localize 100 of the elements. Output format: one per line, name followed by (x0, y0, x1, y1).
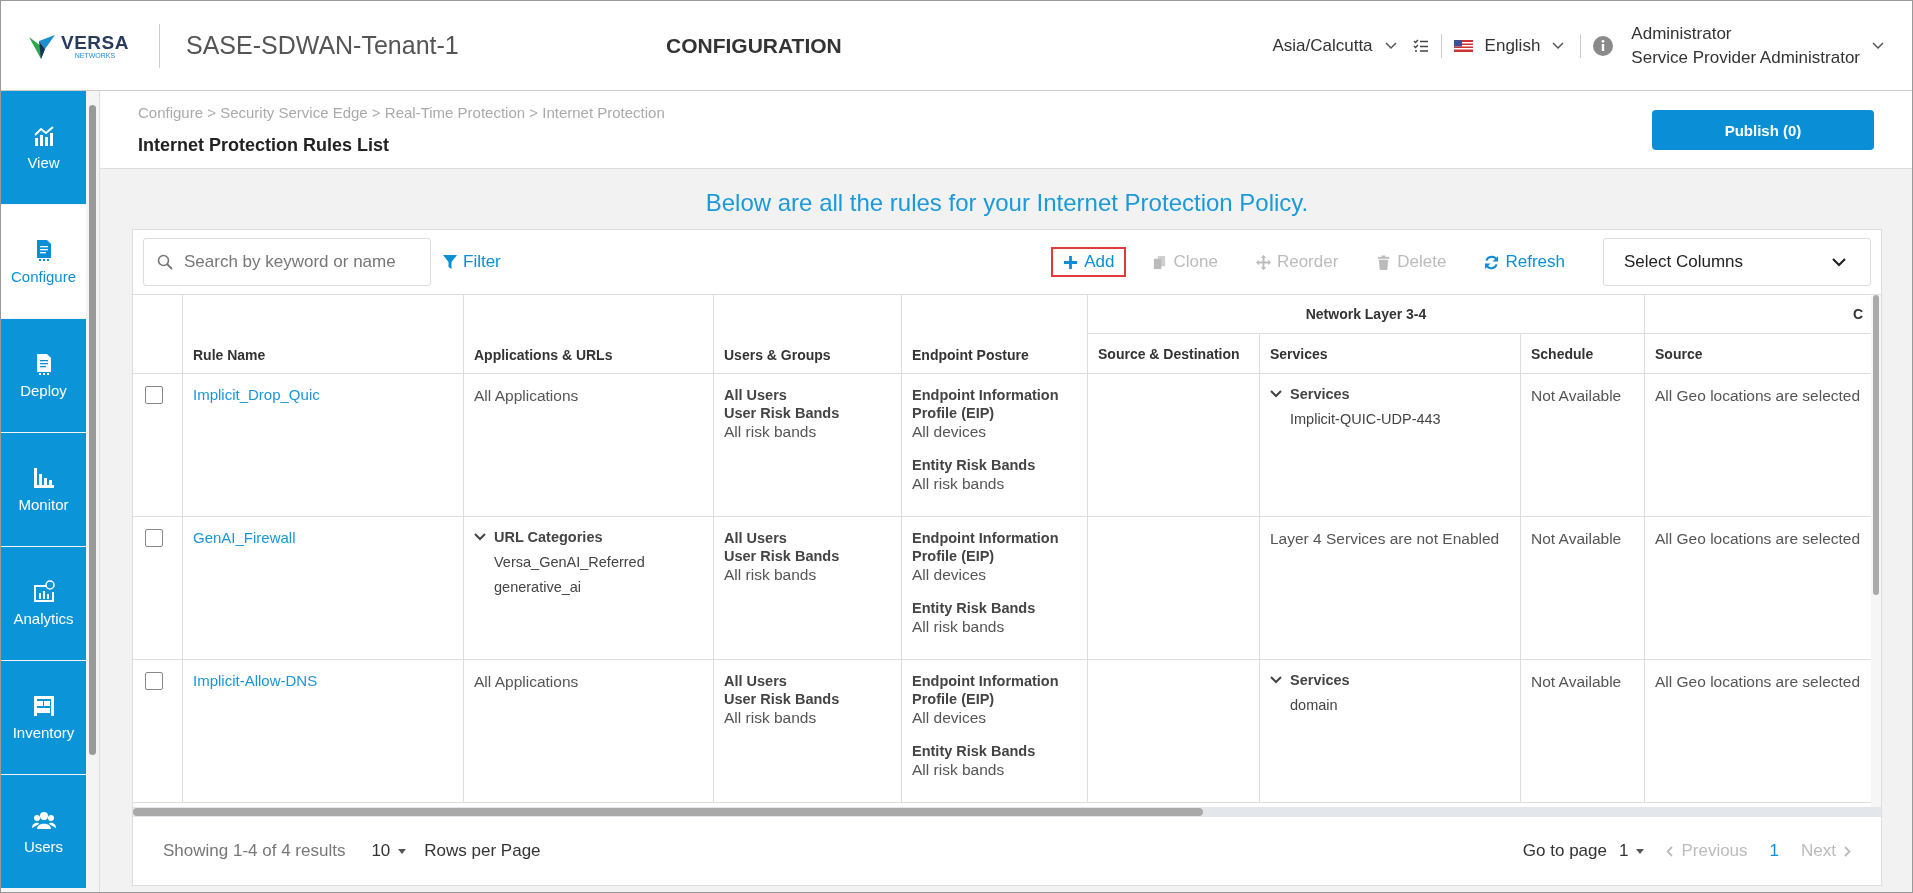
column-header[interactable]: Users & Groups (724, 347, 831, 363)
cell-label: User Risk Bands (724, 404, 841, 422)
info-icon[interactable] (1593, 35, 1614, 56)
scrollbar[interactable] (1871, 295, 1881, 807)
page-number[interactable]: 1 (1769, 841, 1780, 861)
refresh-icon (1484, 254, 1500, 270)
tenant-name: SASE-SDWAN-Tenant-1 (185, 31, 460, 60)
sidebar-item[interactable]: View (1, 91, 86, 204)
chevron-down-icon[interactable] (1872, 41, 1884, 50)
cell-value: All Geo locations are selected (1655, 529, 1862, 548)
page-dropdown[interactable]: 1 (1618, 841, 1645, 861)
flag-icon (1453, 39, 1473, 52)
search-icon (157, 254, 173, 270)
cell-label: All Users (724, 529, 788, 547)
filter-button[interactable]: Filter (443, 252, 501, 272)
expand-toggle[interactable]: URL Categories (474, 529, 703, 545)
column-header[interactable]: Applications & URLs (474, 347, 613, 363)
user-name: Administrator (1631, 23, 1733, 44)
cell-value: All devices (912, 708, 988, 727)
column-header[interactable]: Source (1655, 345, 1703, 362)
cell-value: All risk bands (724, 422, 818, 441)
breadcrumb: Configure > Security Service Edge > Real-Time Protection > Internet Protection (138, 104, 665, 121)
cell-value: Implicit-QUIC-UDP-443 (1289, 411, 1442, 427)
app-title: CONFIGURATION (665, 33, 842, 58)
go-to-page-label: Go to page (1522, 841, 1607, 861)
cell-value: All risk bands (912, 617, 1006, 636)
trash-icon (1376, 254, 1392, 270)
sidebar-item[interactable]: Inventory (1, 661, 86, 774)
row-checkbox[interactable] (145, 529, 163, 547)
cell-value: domain (1289, 697, 1339, 713)
cell-value: generative_ai (493, 579, 583, 595)
cell-label: Entity Risk Bands (912, 599, 1037, 617)
expand-toggle[interactable]: Services (1270, 672, 1510, 688)
cell-value: All devices (912, 565, 988, 584)
logo-text: VERSA (61, 32, 129, 52)
sidebar-item[interactable]: Analytics (1, 547, 86, 660)
chevron-icon (1270, 676, 1282, 684)
scrollbar[interactable] (133, 807, 1881, 817)
chevron-icon (1270, 390, 1282, 398)
cell-value: All Geo locations are selected (1655, 386, 1862, 405)
move-icon (1255, 254, 1271, 270)
rule-name-link[interactable]: GenAI_Firewall (193, 529, 296, 546)
results-count: Showing 1-4 of 4 results (163, 841, 346, 861)
user-role: Service Provider Administrator (1631, 47, 1860, 68)
expand-toggle[interactable]: Services (1270, 386, 1510, 402)
select-columns-dropdown[interactable]: Select Columns (1603, 238, 1871, 286)
cell-value: Not Available (1531, 386, 1623, 405)
search-field[interactable]: Search by keyword or name (143, 238, 431, 286)
cell-label: Entity Risk Bands (912, 742, 1037, 760)
publish-button[interactable]: Publish (0) (1652, 110, 1874, 150)
action-button[interactable]: Refresh (1472, 247, 1577, 277)
caret-icon (398, 848, 407, 854)
cell-value: All risk bands (912, 474, 1006, 493)
checklist-icon[interactable] (1412, 38, 1429, 53)
action-button[interactable]: Add (1051, 247, 1127, 277)
chevron-down-icon[interactable] (1552, 41, 1565, 50)
cell-value: All risk bands (724, 708, 818, 727)
rows-per-page-dropdown[interactable]: 10 (371, 841, 407, 861)
scrollbar[interactable] (86, 91, 100, 892)
caret-icon (1636, 848, 1645, 854)
row-checkbox[interactable] (145, 672, 163, 690)
row-checkbox[interactable] (145, 386, 163, 404)
cell-value: Versa_GenAI_Referred (493, 554, 646, 570)
cell-value: All Applications (474, 672, 580, 691)
column-header[interactable]: Services (1270, 345, 1328, 362)
page-title: Internet Protection Rules List (138, 135, 391, 156)
bar-chart-icon (31, 466, 56, 490)
cell-label: All Users (724, 386, 788, 404)
timezone-selector[interactable]: Asia/Calcutta (1272, 35, 1373, 56)
rows-per-page-label: Rows per Page (424, 841, 541, 861)
cell-value: All Applications (474, 386, 580, 405)
column-header[interactable]: Source & Destination (1098, 345, 1240, 362)
rule-name-link[interactable]: Implicit_Drop_Quic (193, 386, 320, 403)
cell-label: User Risk Bands (724, 547, 841, 565)
cell-value: All risk bands (724, 565, 818, 584)
chart-clock-icon (31, 580, 56, 604)
sidebar-item[interactable]: Monitor (1, 433, 86, 546)
cell-value: All risk bands (912, 760, 1006, 779)
cell-label: Entity Risk Bands (912, 456, 1037, 474)
cell-label: Endpoint Information Profile (EIP) (912, 529, 1060, 565)
chevron-down-icon (1832, 257, 1846, 267)
language-selector[interactable]: English (1484, 35, 1541, 56)
column-header[interactable]: Endpoint Posture (912, 347, 1029, 363)
cell-label: User Risk Bands (724, 690, 841, 708)
cell-label: Endpoint Information Profile (EIP) (912, 672, 1060, 708)
filter-icon (443, 255, 457, 269)
sidebar-item[interactable]: Users (1, 775, 86, 888)
copy-icon (1152, 254, 1168, 270)
chevron-left-icon (1666, 845, 1674, 857)
plus-icon (1063, 254, 1079, 270)
column-header[interactable]: Schedule (1531, 345, 1594, 362)
sidebar-item[interactable]: Configure (1, 205, 86, 318)
rule-name-link[interactable]: Implicit-Allow-DNS (193, 672, 318, 689)
column-group-header: Network Layer 3-4 (1305, 306, 1427, 322)
chevron-down-icon[interactable] (1384, 41, 1397, 50)
column-header[interactable]: Rule Name (193, 347, 266, 363)
shelf-icon (31, 694, 56, 718)
sidebar-item[interactable]: Deploy (1, 319, 86, 432)
chevron-icon (474, 533, 486, 541)
cell-value: All Geo locations are selected (1655, 672, 1862, 691)
